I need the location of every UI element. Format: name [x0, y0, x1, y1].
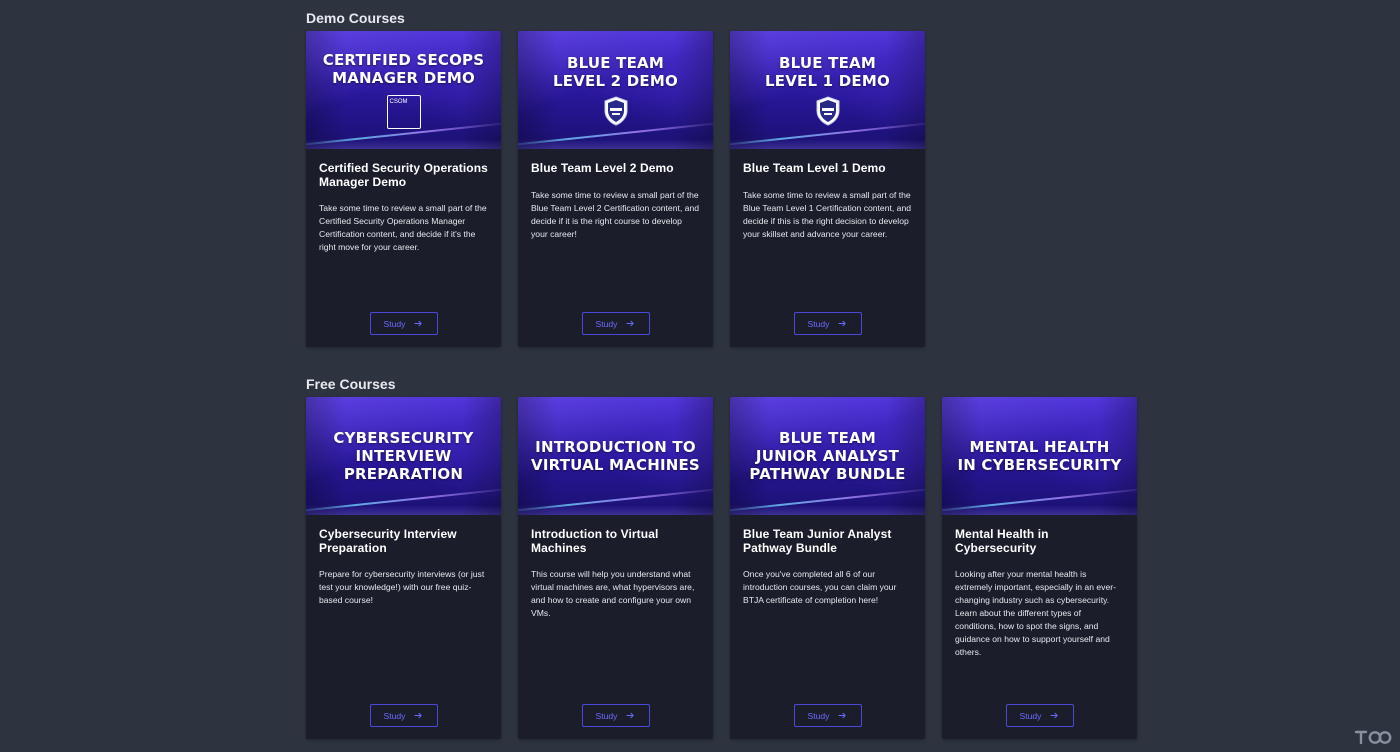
arrow-right-icon: [626, 320, 635, 327]
free-courses-section: Free Courses CYBERSECURITY INTERVIEW PRE…: [306, 375, 1137, 739]
csom-badge-icon: CSOM: [386, 95, 421, 129]
banner-title: BLUE TEAM JUNIOR ANALYST PATHWAY BUNDLE: [749, 429, 906, 483]
course-title: Mental Health in Cybersecurity: [955, 527, 1049, 555]
course-title: Cybersecurity Interview Preparation: [319, 527, 457, 555]
study-button-label: Study: [807, 318, 830, 329]
course-title: Blue Team Level 2 Demo: [531, 161, 674, 175]
course-card-btl1-demo[interactable]: BLUE TEAM LEVEL 1 DEMO Blue Team Level 1…: [730, 31, 925, 347]
course-description: Take some time to review a small part of…: [743, 189, 911, 239]
section-title-free: Free Courses: [306, 376, 396, 392]
banner-title: INTRODUCTION TO VIRTUAL MACHINES: [531, 438, 700, 474]
free-card-row: CYBERSECURITY INTERVIEW PREPARATION Cybe…: [306, 397, 1137, 739]
course-banner[interactable]: CERTIFIED SECOPS MANAGER DEMO CSOM: [306, 31, 501, 149]
course-banner[interactable]: BLUE TEAM LEVEL 1 DEMO: [730, 31, 925, 149]
course-title: Blue Team Level 1 Demo: [743, 161, 886, 175]
arrow-right-icon: [838, 320, 847, 327]
study-button[interactable]: Study: [793, 704, 862, 727]
course-description: Prepare for cybersecurity interviews (or…: [319, 569, 485, 605]
banner-title: CYBERSECURITY INTERVIEW PREPARATION: [333, 429, 474, 483]
arrow-right-icon: [414, 320, 423, 327]
course-banner[interactable]: BLUE TEAM JUNIOR ANALYST PATHWAY BUNDLE: [730, 397, 925, 515]
demo-card-row: CERTIFIED SECOPS MANAGER DEMO CSOM Certi…: [306, 31, 925, 347]
course-card-btja-bundle[interactable]: BLUE TEAM JUNIOR ANALYST PATHWAY BUNDLE …: [730, 397, 925, 739]
blue-team-shield-icon: [604, 96, 627, 126]
study-button[interactable]: Study: [1005, 704, 1074, 727]
course-banner[interactable]: BLUE TEAM LEVEL 2 DEMO: [518, 31, 713, 149]
course-description: This course will help you understand wha…: [531, 569, 695, 618]
course-banner[interactable]: CYBERSECURITY INTERVIEW PREPARATION: [306, 397, 501, 515]
section-title-demo: Demo Courses: [306, 10, 405, 26]
study-button-label: Study: [383, 710, 406, 721]
arrow-right-icon: [414, 712, 423, 719]
course-title: Introduction to Virtual Machines: [531, 527, 659, 555]
study-button-label: Study: [1019, 710, 1042, 721]
course-description: Looking after your mental health is extr…: [955, 569, 1116, 657]
course-description: Once you've completed all 6 of our intro…: [743, 569, 897, 605]
arrow-right-icon: [838, 712, 847, 719]
course-title: Certified Security Operations Manager De…: [319, 161, 488, 189]
study-button-label: Study: [383, 318, 406, 329]
course-card-virtual-machines[interactable]: INTRODUCTION TO VIRTUAL MACHINES Introdu…: [518, 397, 713, 739]
study-button[interactable]: Study: [369, 704, 438, 727]
course-card-interview-prep[interactable]: CYBERSECURITY INTERVIEW PREPARATION Cybe…: [306, 397, 501, 739]
course-description: Take some time to review a small part of…: [319, 203, 487, 252]
course-description: Take some time to review a small part of…: [531, 189, 699, 239]
study-button[interactable]: Study: [581, 704, 650, 727]
corner-logo-icon: [1354, 730, 1392, 745]
study-button-label: Study: [595, 318, 618, 329]
study-button[interactable]: Study: [793, 312, 862, 335]
study-button-label: Study: [807, 710, 830, 721]
course-banner[interactable]: MENTAL HEALTH IN CYBERSECURITY: [942, 397, 1137, 515]
course-card-btl2-demo[interactable]: BLUE TEAM LEVEL 2 DEMO Blue Team Level 2…: [518, 31, 713, 347]
banner-title: BLUE TEAM LEVEL 1 DEMO: [765, 54, 890, 90]
course-card-mental-health[interactable]: MENTAL HEALTH IN CYBERSECURITY Mental He…: [942, 397, 1137, 739]
blue-team-shield-icon: [816, 96, 839, 126]
arrow-right-icon: [626, 712, 635, 719]
course-title: Blue Team Junior Analyst Pathway Bundle: [743, 527, 892, 555]
course-card-csom-demo[interactable]: CERTIFIED SECOPS MANAGER DEMO CSOM Certi…: [306, 31, 501, 347]
demo-courses-section: Demo Courses CERTIFIED SECOPS MANAGER DE…: [306, 9, 925, 347]
banner-title: BLUE TEAM LEVEL 2 DEMO: [553, 54, 678, 90]
study-button-label: Study: [595, 710, 618, 721]
banner-title: MENTAL HEALTH IN CYBERSECURITY: [957, 438, 1122, 474]
study-button[interactable]: Study: [581, 312, 650, 335]
banner-title: CERTIFIED SECOPS MANAGER DEMO: [322, 51, 485, 87]
csom-badge-label: CSOM: [389, 99, 408, 105]
arrow-right-icon: [1050, 712, 1059, 719]
course-banner[interactable]: INTRODUCTION TO VIRTUAL MACHINES: [518, 397, 713, 515]
study-button[interactable]: Study: [369, 312, 438, 335]
